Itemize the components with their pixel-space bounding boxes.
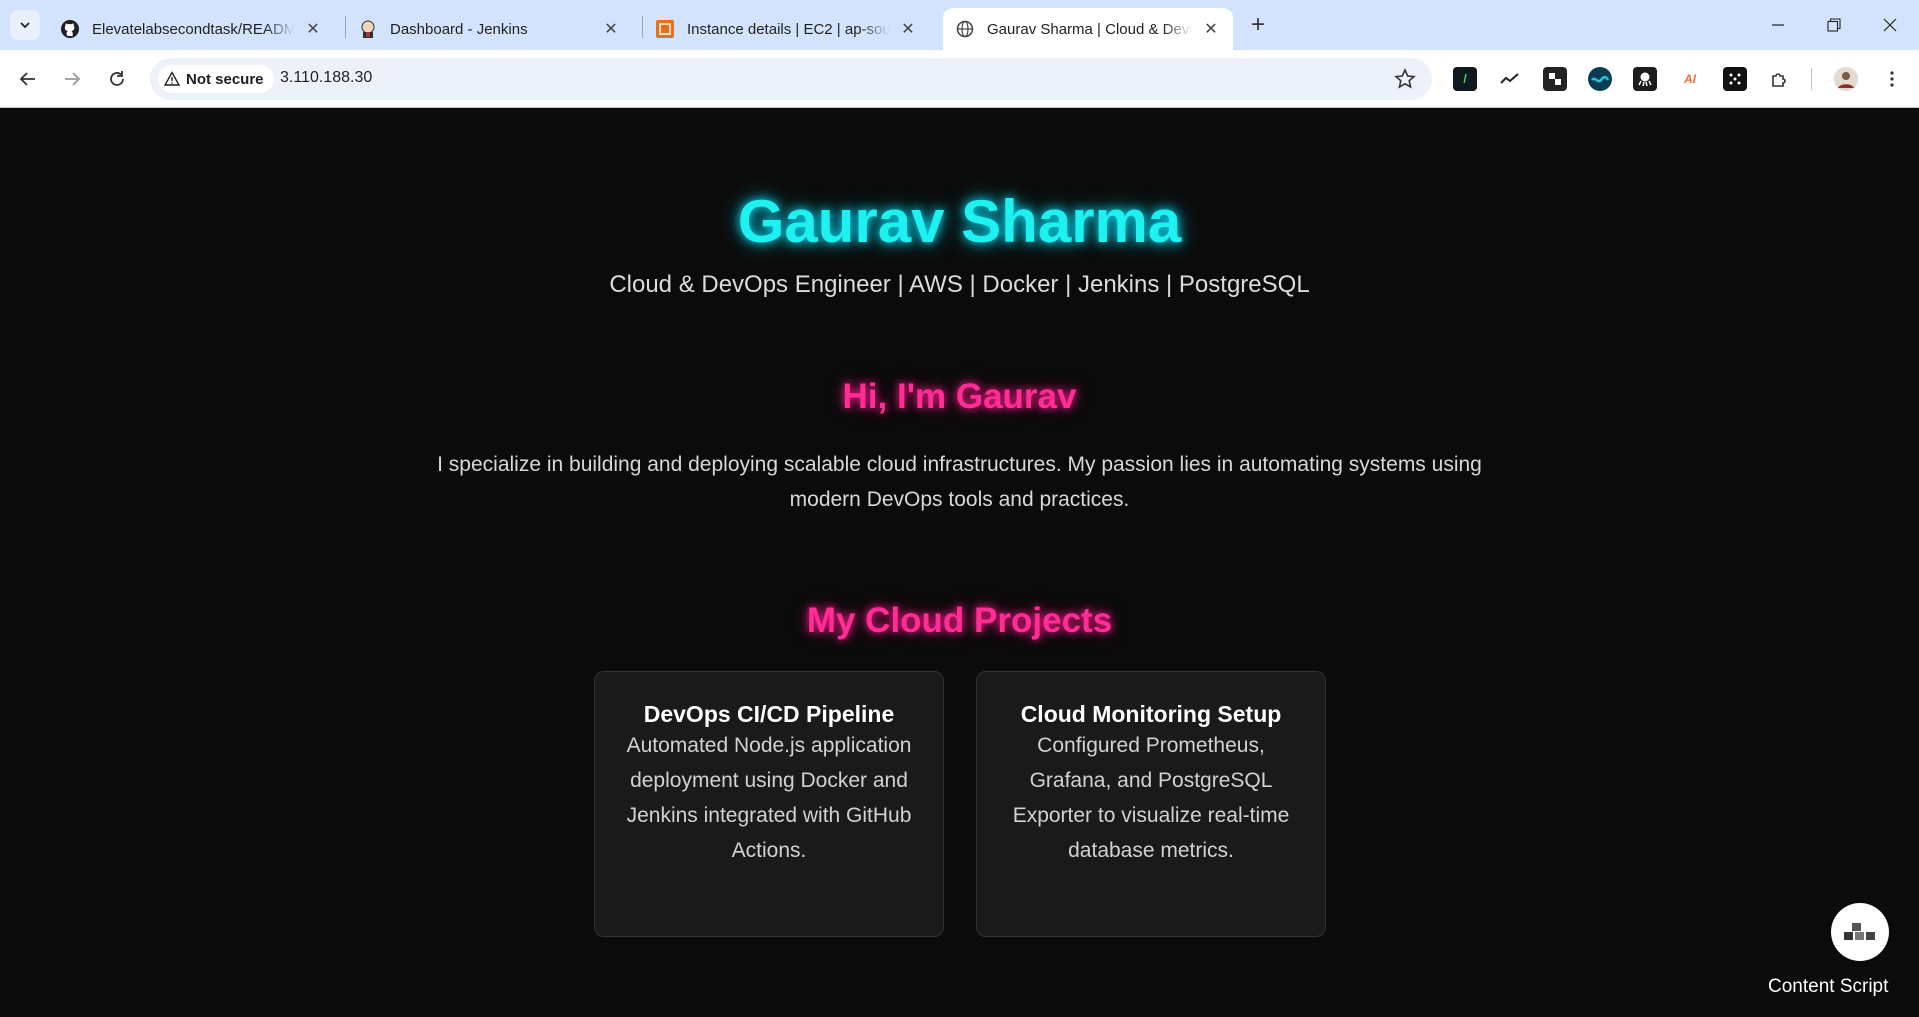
url-text[interactable]: 3.110.188.30 <box>280 69 372 87</box>
back-button[interactable] <box>12 63 44 95</box>
project-card: DevOps CI/CD Pipeline Automated Node.js … <box>594 671 944 937</box>
project-card: Cloud Monitoring Setup Configured Promet… <box>976 671 1326 937</box>
reload-icon <box>110 71 124 86</box>
ai-extension-icon[interactable]: AI <box>1678 67 1702 91</box>
browser-toolbar: Not secure 3.110.188.30 <box>0 50 1919 108</box>
projects-heading: My Cloud Projects <box>806 601 1113 640</box>
toolbar-divider <box>1811 68 1812 90</box>
tab-github-readme[interactable]: Elevatelabsecondtask/README. ✕ <box>48 8 335 50</box>
jenkins-icon <box>358 19 378 39</box>
new-tab-button[interactable]: + <box>1244 11 1272 39</box>
blocks-extension-icon[interactable] <box>1543 67 1567 91</box>
wave-extension-icon[interactable] <box>1588 67 1612 91</box>
warning-icon <box>164 71 180 86</box>
globe-icon <box>955 19 975 39</box>
about-heading: Hi, I'm Gaurav <box>842 377 1077 416</box>
arrow-left-icon <box>19 72 35 86</box>
tab-ec2-instance[interactable]: Instance details | EC2 | ap-south ✕ <box>643 8 930 50</box>
about-text: I specialize in building and deploying s… <box>437 453 1482 511</box>
address-bar[interactable]: Not secure 3.110.188.30 <box>150 58 1432 100</box>
content-script-label: Content Script <box>1768 976 1889 997</box>
minimize-button[interactable] <box>1750 0 1806 50</box>
forward-button[interactable] <box>56 63 88 95</box>
terminal-extension-icon[interactable]: / <box>1453 67 1477 91</box>
project-description: Automated Node.js application deployment… <box>626 734 912 862</box>
close-icon[interactable]: ✕ <box>303 19 323 39</box>
tab-title: Instance details | EC2 | ap-south <box>687 20 890 38</box>
close-window-button[interactable] <box>1862 0 1918 50</box>
content-script-button[interactable] <box>1831 903 1889 961</box>
hero-name: Gaurav Sharma <box>737 188 1182 255</box>
minimize-icon <box>1772 24 1784 26</box>
chevron-down-icon <box>20 22 30 29</box>
security-chip[interactable]: Not secure <box>158 65 274 93</box>
tab-title: Elevatelabsecondtask/README. <box>92 20 295 38</box>
aws-ec2-icon <box>655 19 675 39</box>
trend-extension-icon[interactable] <box>1498 67 1522 91</box>
restore-icon <box>1827 18 1841 32</box>
portfolio-page: Gaurav Sharma Cloud & DevOps Engineer | … <box>0 109 1919 1017</box>
tab-jenkins-dashboard[interactable]: Dashboard - Jenkins ✕ <box>346 8 633 50</box>
close-icon <box>1883 18 1897 32</box>
blocks-icon <box>1844 923 1875 940</box>
close-icon[interactable]: ✕ <box>601 19 621 39</box>
tab-title: Dashboard - Jenkins <box>390 20 528 38</box>
github-icon <box>60 19 80 39</box>
extensions-puzzle-icon[interactable] <box>1768 67 1792 91</box>
profile-avatar[interactable] <box>1834 67 1858 91</box>
security-chip-label: Not secure <box>186 70 264 88</box>
bookmark-star-icon[interactable] <box>1394 68 1416 90</box>
project-description: Configured Prometheus, Grafana, and Post… <box>1012 734 1290 862</box>
tab-title: Gaurav Sharma | Cloud & DevO <box>987 20 1193 38</box>
tab-portfolio[interactable]: Gaurav Sharma | Cloud & DevO ✕ <box>943 8 1233 50</box>
restore-button[interactable] <box>1806 0 1862 50</box>
hero-tagline: Cloud & DevOps Engineer | AWS | Docker |… <box>609 271 1310 298</box>
close-icon[interactable]: ✕ <box>898 19 918 39</box>
close-icon[interactable]: ✕ <box>1201 19 1221 39</box>
dice-extension-icon[interactable] <box>1723 67 1747 91</box>
project-title: DevOps CI/CD Pipeline <box>643 701 895 727</box>
octopus-extension-icon[interactable] <box>1633 67 1657 91</box>
arrow-right-icon <box>65 72 81 86</box>
tab-strip: Elevatelabsecondtask/README. ✕ Dashboard… <box>0 0 1919 50</box>
project-title: Cloud Monitoring Setup <box>1020 701 1282 727</box>
tab-search-button[interactable] <box>10 10 40 40</box>
reload-button[interactable] <box>101 63 133 95</box>
kebab-menu-icon[interactable] <box>1880 67 1904 91</box>
